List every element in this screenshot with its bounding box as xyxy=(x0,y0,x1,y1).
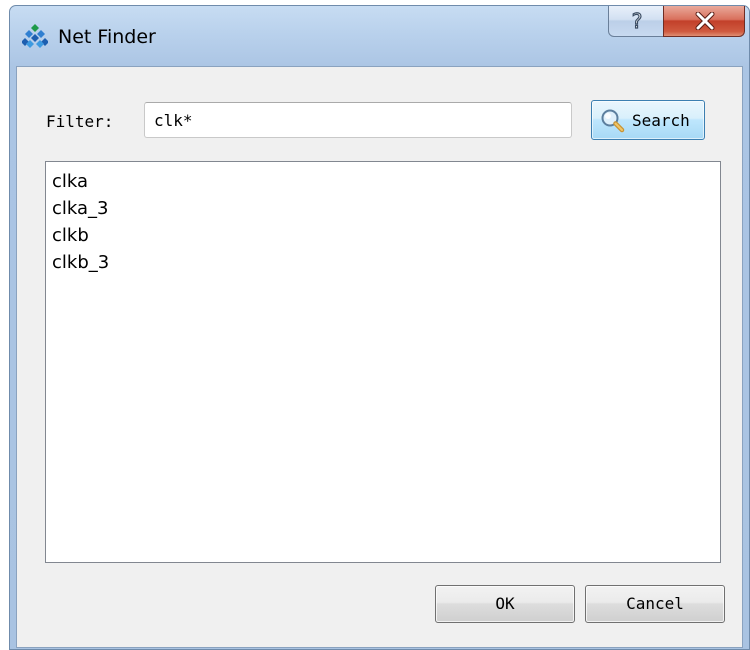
list-item[interactable]: clka_3 xyxy=(46,195,720,222)
help-icon: ? xyxy=(631,10,643,32)
search-button-label: Search xyxy=(632,111,690,130)
list-item[interactable]: clkb_3 xyxy=(46,249,720,276)
close-icon xyxy=(695,12,715,30)
app-logo-icon xyxy=(22,24,48,48)
cancel-button[interactable]: Cancel xyxy=(585,585,725,623)
window-title: Net Finder xyxy=(58,26,156,48)
filter-input[interactable] xyxy=(144,102,572,138)
net-finder-dialog: Net Finder ? Filter: Search clk xyxy=(9,5,750,650)
search-icon xyxy=(601,109,625,133)
svg-text:?: ? xyxy=(632,10,643,32)
close-button[interactable] xyxy=(663,6,745,37)
list-item[interactable]: clkb xyxy=(46,222,720,249)
search-button[interactable]: Search xyxy=(591,100,705,140)
list-item[interactable]: clka xyxy=(46,168,720,195)
net-list[interactable]: clka clka_3 clkb clkb_3 xyxy=(45,161,721,563)
ok-button[interactable]: OK xyxy=(435,585,575,623)
help-button[interactable]: ? xyxy=(608,6,664,37)
filter-label: Filter: xyxy=(46,112,114,131)
title-bar[interactable]: Net Finder ? xyxy=(10,6,749,66)
dialog-content: Filter: Search clka clka_3 clkb clkb_3 O… xyxy=(16,66,743,648)
